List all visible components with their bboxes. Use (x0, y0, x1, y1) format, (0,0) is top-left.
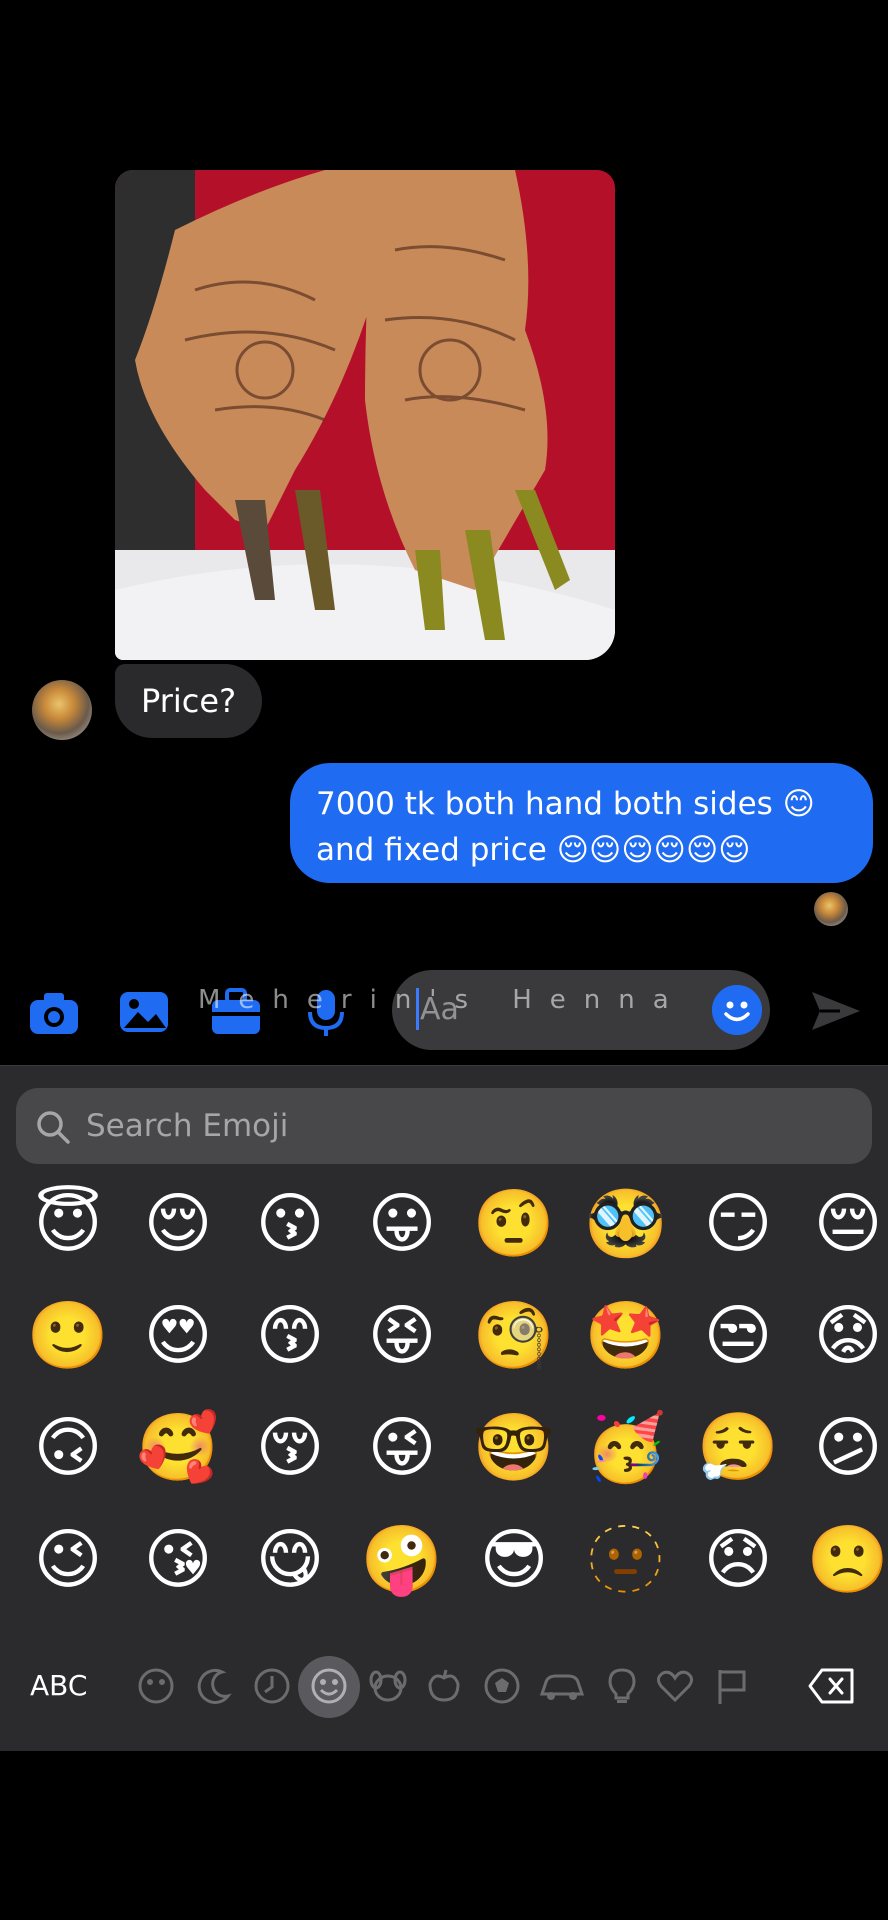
emoji-key[interactable]: 😟 (800, 1288, 888, 1384)
bulb-icon[interactable] (602, 1666, 642, 1706)
emoji-key[interactable]: 🥳 (578, 1400, 674, 1496)
emoji-key[interactable]: 😋 (242, 1512, 338, 1608)
emoji-key[interactable]: 😏 (690, 1176, 786, 1272)
backspace-icon[interactable] (808, 1666, 856, 1706)
emoji-key[interactable]: 🙃 (20, 1400, 116, 1496)
emoji-toggle-icon[interactable] (712, 985, 762, 1035)
emoji-key[interactable]: 😌 (130, 1176, 226, 1272)
emoji-key[interactable]: 🥸 (578, 1176, 674, 1272)
ball-icon[interactable] (482, 1666, 522, 1706)
emoji-key[interactable]: 😞 (690, 1512, 786, 1608)
emoji-key[interactable]: 😇 (20, 1176, 116, 1272)
search-icon (34, 1108, 72, 1146)
emoji-search-field[interactable]: Search Emoji (16, 1088, 872, 1164)
shared-henna-photo[interactable] (115, 170, 615, 660)
emoji-key[interactable]: 😘 (130, 1512, 226, 1608)
heart-icon[interactable] (655, 1666, 695, 1706)
seen-receipt-avatar (814, 892, 848, 926)
moon-icon[interactable] (194, 1666, 234, 1706)
contact-avatar[interactable] (32, 680, 92, 740)
emoji-key[interactable]: 🥰 (130, 1400, 226, 1496)
emoji-keyboard: Search Emoji 😇 😌 😗 😛 🤨 🥸 😏 😔 🙂 😍 😙 😝 🧐 🤩 😒 😟 🙃 🥰 😚 😜 🤓 🥳 😮‍💨 😕 😉… (0, 1065, 888, 1751)
car-icon[interactable] (538, 1666, 586, 1706)
emoji-key[interactable]: 🤪 (354, 1512, 450, 1608)
search-placeholder: Search Emoji (86, 1108, 289, 1144)
emoji-key[interactable]: 😉 (20, 1512, 116, 1608)
emoji-key[interactable]: 😍 (130, 1288, 226, 1384)
emoji-key[interactable]: 😮‍💨 (690, 1400, 786, 1496)
emoji-key[interactable]: 😔 (800, 1176, 888, 1272)
emoji-key[interactable]: 🤩 (578, 1288, 674, 1384)
briefcase-icon[interactable] (210, 988, 262, 1036)
gallery-icon[interactable] (118, 988, 170, 1036)
emoji-key[interactable]: 🧐 (466, 1288, 562, 1384)
emoji-key[interactable]: 😎 (466, 1512, 562, 1608)
emoji-key[interactable]: 🙁 (800, 1512, 888, 1608)
abc-button[interactable]: ABC (30, 1646, 87, 1726)
apple-icon[interactable] (424, 1666, 464, 1706)
camera-icon[interactable] (28, 990, 80, 1038)
smileys-frequent-icon[interactable] (136, 1666, 176, 1706)
smiley-icon[interactable] (309, 1666, 349, 1706)
emoji-key[interactable]: 😜 (354, 1400, 450, 1496)
microphone-icon[interactable] (304, 988, 348, 1036)
emoji-key[interactable]: 😝 (354, 1288, 450, 1384)
emoji-key[interactable]: 🤓 (466, 1400, 562, 1496)
dog-icon[interactable] (368, 1666, 408, 1706)
emoji-key[interactable]: 😕 (800, 1400, 888, 1496)
send-icon[interactable] (810, 988, 862, 1034)
sent-message-line: 7000 tk both hand both sides 😊 (316, 786, 815, 822)
sent-message-line: and fixed price 😌😌😌😌😌😌 (316, 832, 751, 868)
sent-message-bubble[interactable]: 7000 tk both hand both sides 😊 and fixed… (290, 763, 873, 883)
clock-icon[interactable] (252, 1666, 292, 1706)
received-message-bubble[interactable]: Price? (115, 664, 263, 738)
keyboard-bottom-bar: ABC (0, 1646, 888, 1726)
emoji-key[interactable]: 🙂 (20, 1288, 116, 1384)
messenger-chat-screen: Price? 7000 tk both hand both sides 😊 an… (0, 0, 888, 1920)
flag-icon[interactable] (712, 1666, 752, 1706)
emoji-key[interactable]: 😛 (354, 1176, 450, 1272)
emoji-key[interactable]: 😙 (242, 1288, 338, 1384)
emoji-key[interactable]: 🫥 (578, 1512, 674, 1608)
text-cursor (416, 988, 419, 1030)
emoji-key[interactable]: 😒 (690, 1288, 786, 1384)
emoji-key[interactable]: 🤨 (466, 1176, 562, 1272)
emoji-key[interactable]: 😚 (242, 1400, 338, 1496)
emoji-key[interactable]: 😗 (242, 1176, 338, 1272)
